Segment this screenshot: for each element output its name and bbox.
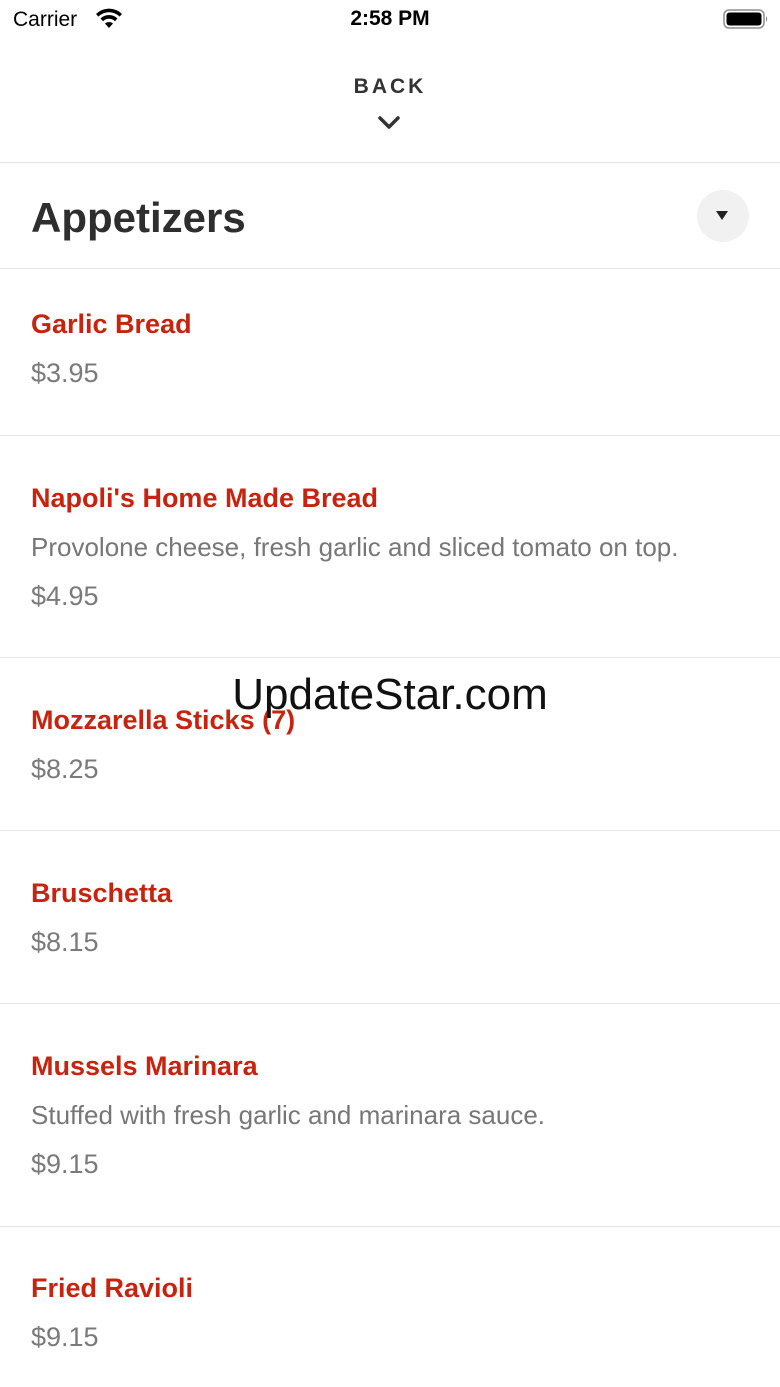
item-name: Garlic Bread	[31, 309, 192, 339]
category-dropdown-button[interactable]	[697, 190, 749, 242]
item-name: Mozzarella Sticks (7)	[31, 705, 296, 735]
category-header: Appetizers	[0, 164, 780, 269]
menu-item[interactable]: Fried Ravioli $9.15	[0, 1227, 780, 1387]
back-button[interactable]: BACK	[0, 40, 780, 163]
item-name: Mussels Marinara	[31, 1051, 258, 1081]
item-price: $9.15	[31, 1322, 99, 1352]
menu-item[interactable]: Mussels Marinara Stuffed with fresh garl…	[0, 1004, 780, 1227]
status-bar: Carrier 2:58 PM	[0, 0, 780, 40]
menu-item[interactable]: Garlic Bread $3.95	[0, 270, 780, 436]
clock: 2:58 PM	[350, 7, 430, 30]
battery-icon	[723, 9, 768, 29]
item-description: Provolone cheese, fresh garlic and slice…	[31, 532, 679, 562]
menu-screen: Carrier 2:58 PM BACK Appetizers Garlic B…	[0, 0, 780, 1387]
menu-list: Garlic Bread $3.95 Napoli's Home Made Br…	[0, 270, 780, 1387]
menu-item[interactable]: Napoli's Home Made Bread Provolone chees…	[0, 436, 780, 658]
item-description: Stuffed with fresh garlic and marinara s…	[31, 1100, 546, 1130]
category-title: Appetizers	[31, 194, 246, 241]
item-price: $9.15	[31, 1149, 99, 1179]
item-price: $4.95	[31, 581, 99, 611]
back-label: BACK	[353, 75, 427, 98]
item-name: Napoli's Home Made Bread	[31, 483, 379, 513]
chevron-down-icon	[378, 116, 400, 129]
caret-down-icon	[716, 211, 728, 220]
item-name: Fried Ravioli	[31, 1273, 194, 1303]
menu-item[interactable]: Bruschetta $8.15	[0, 831, 780, 1004]
item-price: $8.25	[31, 754, 99, 784]
item-price: $3.95	[31, 358, 99, 388]
item-price: $8.15	[31, 927, 99, 957]
menu-item[interactable]: Mozzarella Sticks (7) $8.25	[0, 658, 780, 831]
item-name: Bruschetta	[31, 878, 173, 908]
